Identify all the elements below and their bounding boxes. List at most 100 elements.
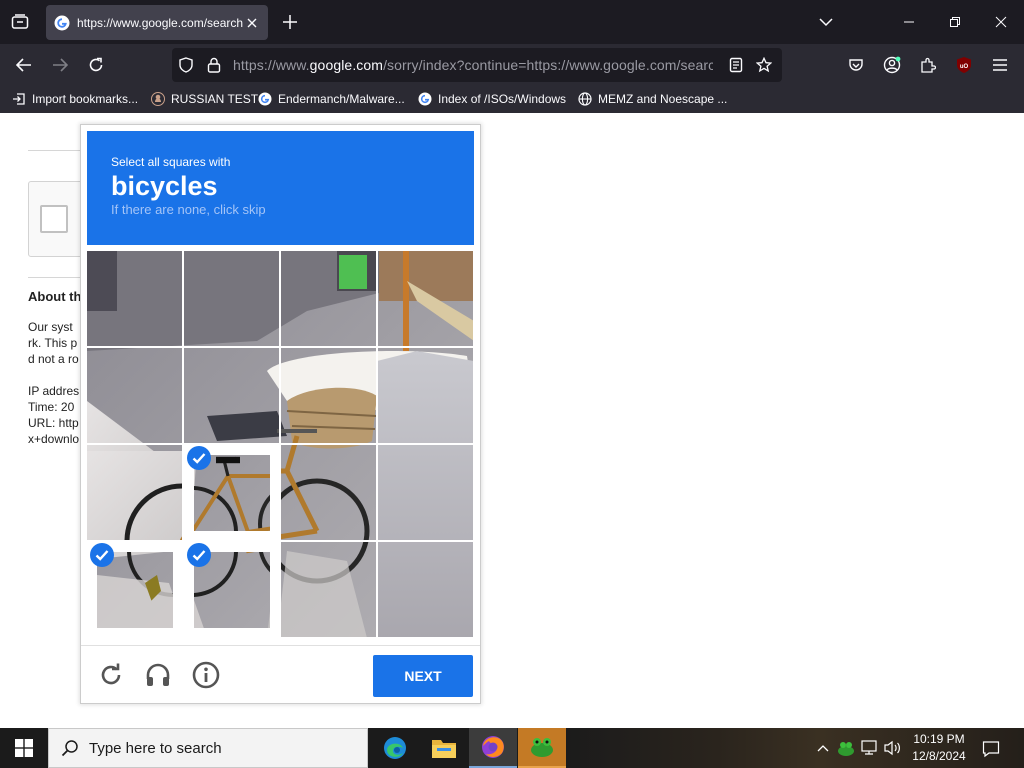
captcha-tile[interactable] [281,348,376,443]
page-text-line: Time: 20 [28,400,75,414]
network-button[interactable] [861,738,879,758]
close-window-button[interactable] [978,0,1024,44]
start-button[interactable] [0,728,48,768]
divider [28,150,88,151]
pocket-button[interactable] [843,52,869,78]
page-text-line: Our syst [28,320,73,334]
captcha-tile[interactable] [281,542,376,637]
reload-button[interactable] [83,52,109,78]
list-all-tabs-button[interactable] [814,10,838,34]
captcha-instruction: Select all squares with [111,155,231,169]
tab-title: https://www.google.com/search [77,15,243,30]
arrow-right-icon [53,58,68,72]
ublock-origin-button[interactable]: uO [951,52,977,78]
captcha-tile-image [281,445,376,540]
taskbar-search-box[interactable]: Type here to search [48,728,368,768]
frog-tray-icon [838,742,854,756]
captcha-tile[interactable] [281,251,376,346]
extensions-button[interactable] [915,52,941,78]
chevron-up-icon [817,745,829,752]
audio-challenge-button[interactable] [143,660,173,690]
bookmark-star-icon[interactable] [756,57,772,73]
import-icon [13,93,25,105]
next-button[interactable]: NEXT [373,655,473,697]
volume-button[interactable] [884,738,902,758]
minimize-icon [904,21,914,23]
reader-view-icon[interactable] [728,57,744,73]
forward-button[interactable] [47,52,73,78]
browser-tab[interactable]: https://www.google.com/search [46,5,268,40]
tab-list-button[interactable] [8,10,32,34]
captcha-tile-image [281,542,376,637]
clock-date: 12/8/2024 [912,749,966,763]
help-button[interactable] [191,660,221,690]
bookmark-label: Import bookmarks... [32,92,139,106]
restore-icon [950,17,960,27]
navigation-toolbar: https://www.google.com/sorry/index?conti… [0,44,1024,86]
clock-time: 10:19 PM [913,732,965,746]
captcha-tile-image [87,445,182,540]
captcha-tile[interactable] [378,445,473,540]
captcha-tile-image [281,251,376,346]
captcha-tile[interactable] [87,348,182,443]
account-button[interactable] [879,52,905,78]
captcha-tile-image [378,445,473,540]
captcha-tile[interactable] [87,445,182,540]
bookmark-russian-test[interactable]: RUSSIAN TEST [151,90,258,108]
tray-app-icon[interactable] [837,738,855,758]
github-icon [151,92,165,106]
app-menu-button[interactable] [987,52,1013,78]
captcha-tile[interactable] [184,348,279,443]
address-bar[interactable]: https://www.google.com/sorry/index?conti… [172,48,782,82]
svg-text:uO: uO [960,64,969,70]
taskbar-app-file-explorer[interactable] [420,728,468,768]
checkmark-icon [187,446,211,470]
captcha-tile[interactable] [378,348,473,443]
taskbar-app-frog[interactable] [518,728,566,768]
reload-challenge-button[interactable] [96,660,126,690]
bookmark-endermanch[interactable]: Endermanch/Malware... [258,90,405,108]
recaptcha-checkbox[interactable] [40,205,68,233]
taskbar-app-edge[interactable] [371,728,419,768]
headphones-icon [146,663,170,686]
back-button[interactable] [11,52,37,78]
captcha-tile-image [378,542,473,637]
show-hidden-icons-button[interactable] [814,738,832,758]
bookmark-memz[interactable]: MEMZ and Noescape ... [578,90,727,108]
pocket-icon [849,59,863,71]
captcha-tile[interactable] [87,542,182,637]
captcha-tile[interactable] [378,251,473,346]
windows-taskbar: Type here to search 10:19 PM 12/8/2024 [0,728,1024,768]
lock-icon[interactable] [206,57,222,73]
chevron-down-icon [819,18,833,27]
tracking-protection-shield-icon[interactable] [178,57,194,73]
bookmarks-toolbar: Import bookmarks... RUSSIAN TEST Enderma… [0,86,1024,113]
captcha-footer: NEXT [81,645,480,703]
captcha-tile[interactable] [378,542,473,637]
new-tab-button[interactable] [278,10,302,34]
notification-icon [982,741,1000,758]
captcha-tile[interactable] [184,542,279,637]
divider [28,277,88,278]
page-text-line: IP addres [28,384,80,398]
captcha-tile[interactable] [184,251,279,346]
captcha-tile-image [184,348,279,443]
search-placeholder: Type here to search [89,739,222,757]
bookmark-import[interactable]: Import bookmarks... [12,90,138,108]
captcha-tile[interactable] [87,251,182,346]
minimize-button[interactable] [886,0,932,44]
captcha-tile[interactable] [281,445,376,540]
captcha-tile[interactable] [184,445,279,540]
captcha-tile-image [87,251,182,346]
hamburger-icon [993,59,1007,71]
tab-bar: https://www.google.com/search [0,0,1024,44]
reload-icon [89,57,103,72]
tab-close-button[interactable] [244,15,260,31]
notifications-button[interactable] [978,736,1004,762]
bookmark-index-isos[interactable]: Index of /ISOs/Windows [418,90,566,108]
taskbar-clock[interactable]: 10:19 PM 12/8/2024 [906,731,972,765]
restore-button[interactable] [932,0,978,44]
taskbar-app-firefox[interactable] [469,728,517,768]
google-icon [258,92,272,106]
captcha-tile-image [281,348,376,443]
